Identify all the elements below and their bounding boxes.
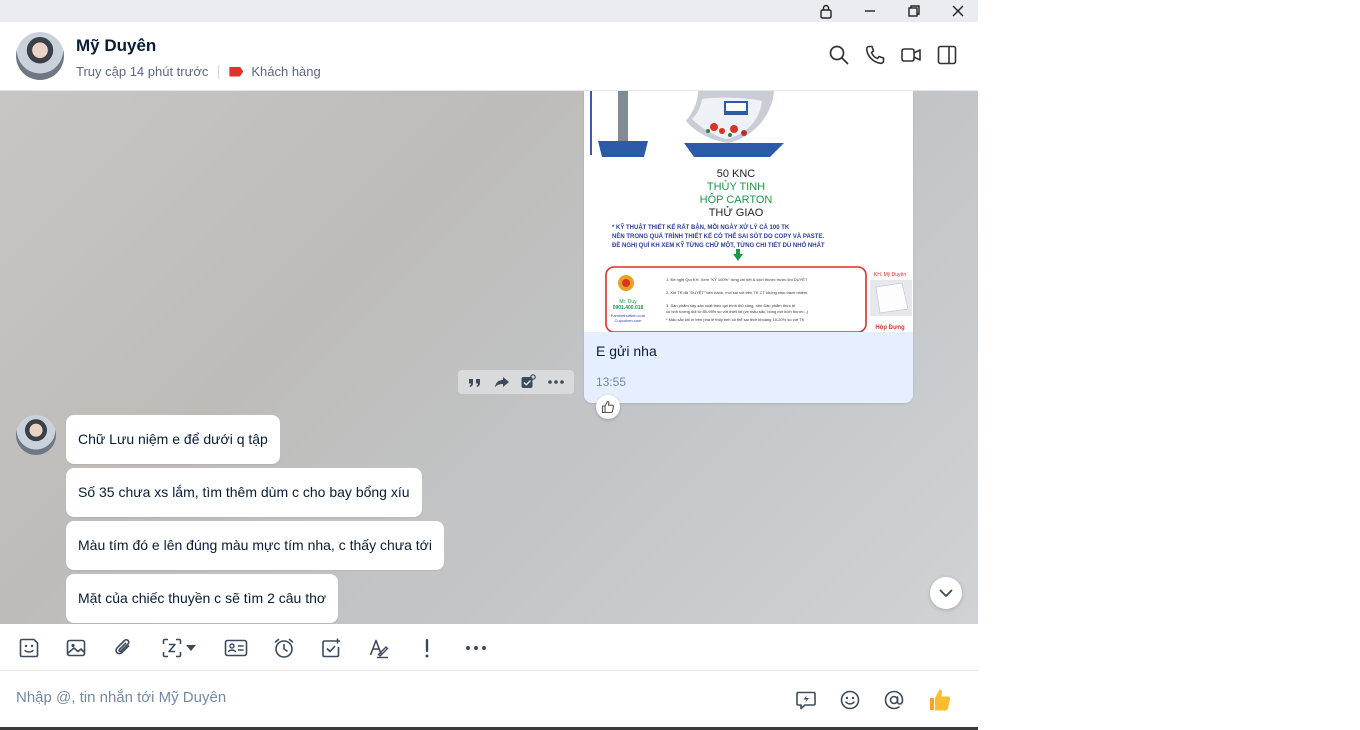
add-task-icon[interactable] <box>520 374 537 390</box>
image-text-line4: THỬ GIAO <box>709 206 764 219</box>
lock-icon[interactable] <box>804 0 848 22</box>
composer-toolbar <box>0 624 978 671</box>
incoming-message[interactable]: Màu tím đó e lên đúng màu mực tím nha, c… <box>66 521 444 570</box>
reminder-clock-icon[interactable] <box>271 635 297 661</box>
image-text-line2: THỦY TINH <box>707 180 765 193</box>
image-note-3: ĐỀ NGHỊ QUÍ KH XEM KỸ TỪNG CHỮ MỘT, TỪNG… <box>612 241 825 249</box>
image-text-line1: 50 KNC <box>717 168 756 180</box>
image-note-1: * KỸ THUẬT THIẾT KẾ RẤT BẬN, MỖI NGÀY XỬ… <box>612 224 790 231</box>
side-label-top: KH. Mỹ Duyên <box>874 272 906 278</box>
dropdown-caret-icon[interactable] <box>183 635 199 661</box>
task-icon[interactable] <box>318 635 344 661</box>
sticker-icon[interactable] <box>16 635 42 661</box>
phone-icon[interactable] <box>864 44 886 66</box>
emoji-icon[interactable] <box>837 687 863 713</box>
box-contact-2: 0901.400.018 <box>613 305 644 311</box>
image-text-line3: HỘP CARTON <box>700 193 773 206</box>
message-composer <box>0 671 978 727</box>
divider <box>218 64 220 79</box>
incoming-message[interactable]: Số 35 chưa xs lắm, tìm thêm dùm c cho ba… <box>66 468 422 517</box>
video-icon[interactable] <box>900 44 922 66</box>
quote-icon[interactable] <box>467 375 483 389</box>
react-like-button[interactable] <box>596 395 620 419</box>
incoming-message[interactable]: Chữ Lưu niệm e để dưới q tập <box>66 415 280 464</box>
side-label-bottom: Hộp Đựng <box>875 325 905 331</box>
message-input[interactable] <box>16 689 716 706</box>
chevron-down-icon <box>939 589 953 597</box>
box-line-3: 3. Sản phẩm này sản xuất theo qui trình … <box>666 303 796 308</box>
sender-avatar[interactable] <box>16 415 56 455</box>
tag-label[interactable]: Khách hàng <box>251 64 320 79</box>
image-icon[interactable] <box>63 635 89 661</box>
attachment-icon[interactable] <box>111 635 137 661</box>
sidebar-toggle-icon[interactable] <box>936 44 958 66</box>
message-list[interactable]: 50 KNC THỦY TINH HỘP CARTON THỬ GIAO * K… <box>0 91 978 624</box>
message-time: 13:55 <box>596 375 627 389</box>
search-icon[interactable] <box>828 44 850 66</box>
incoming-message[interactable]: Mặt của chiếc thuyền c sẽ tìm 2 câu thơ <box>66 574 339 623</box>
thumbs-up-outline-icon <box>601 400 614 414</box>
minimize-icon[interactable] <box>848 0 892 22</box>
box-line-1: 1. Đề nghị Quí KH. Xem "KỸ 100%" từng ch… <box>666 277 808 282</box>
outgoing-image-message[interactable]: 50 KNC THỦY TINH HỘP CARTON THỬ GIAO * K… <box>584 91 913 403</box>
design-proof-image[interactable]: 50 KNC THỦY TINH HỘP CARTON THỬ GIAO * K… <box>584 91 913 332</box>
title-bar <box>0 0 978 22</box>
contact-status: Truy cập 14 phút trước Khách hàng <box>76 64 321 79</box>
quick-reply-icon[interactable] <box>793 687 819 713</box>
box-line-4: có tính tương đối từ 85-95% so với thiết… <box>666 309 809 314</box>
tag-icon <box>229 66 244 77</box>
box-line-5: * Màu sắc khi in trên pha lê thủy tinh c… <box>666 317 805 322</box>
last-seen-text: Truy cập 14 phút trước <box>76 64 209 79</box>
mention-icon[interactable] <box>881 687 907 713</box>
screenshot-icon[interactable] <box>159 635 185 661</box>
scroll-to-bottom-button[interactable] <box>930 577 962 609</box>
thumbs-up-icon[interactable] <box>927 687 953 713</box>
design-proof-graphic: 50 KNC THỦY TINH HỘP CARTON THỬ GIAO * K… <box>584 91 913 332</box>
box-contact-4: Cupcuhen.com <box>615 318 643 323</box>
message-actions <box>458 370 574 394</box>
image-note-2: NÊN TRONG QUÁ TRÌNH THIẾT KẾ CÓ THỂ SAI … <box>612 232 824 240</box>
forward-icon[interactable] <box>494 375 510 389</box>
urgent-icon[interactable] <box>414 635 440 661</box>
contact-card-icon[interactable] <box>223 635 249 661</box>
avatar[interactable] <box>16 32 64 80</box>
message-caption: E gửi nha <box>596 343 657 359</box>
contact-name[interactable]: Mỹ Duyên <box>76 36 156 56</box>
close-icon[interactable] <box>936 0 980 22</box>
box-line-2: 2. Khi TK đã "DUYỆT" tiến hành, mọi sai … <box>666 290 808 295</box>
more-icon[interactable] <box>463 635 489 661</box>
chat-window: Mỹ Duyên Truy cập 14 phút trước Khách hà… <box>0 0 978 730</box>
restore-icon[interactable] <box>892 0 936 22</box>
more-icon[interactable] <box>547 379 565 385</box>
format-text-icon[interactable] <box>366 635 392 661</box>
conversation-header: Mỹ Duyên Truy cập 14 phút trước Khách hà… <box>0 22 978 91</box>
